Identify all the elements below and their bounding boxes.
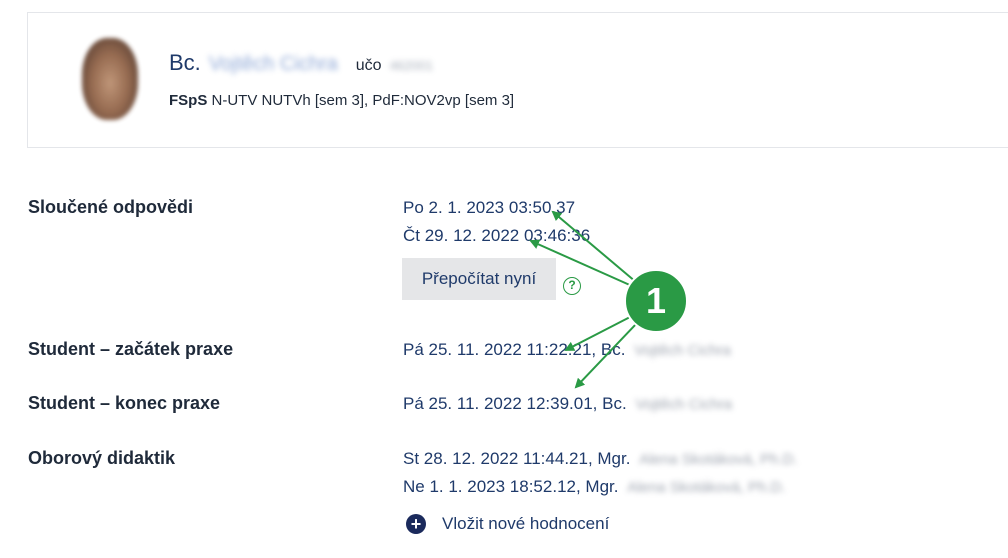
add-rating-label: Vložit nové hodnocení	[442, 514, 610, 533]
student-name: Vojtěch Cichra	[208, 53, 338, 75]
student-start-timestamp: Pá 25. 11. 2022 11:22:21, Bc.	[403, 340, 626, 359]
uco-value: 462001	[389, 58, 433, 73]
didactic-label: Oborový didaktik	[28, 448, 176, 468]
merged-answers-label: Sloučené odpovědi	[28, 197, 194, 217]
didactic-person-2: Alena Skotáková, Ph.D.	[627, 479, 786, 496]
student-start-value: Pá 25. 11. 2022 11:22:21, Bc. Vojtěch Ci…	[403, 340, 731, 360]
merged-answer-date-1: Po 2. 1. 2023 03:50.37	[403, 198, 576, 217]
didactic-value-2: Ne 1. 1. 2023 18:52.12, Mgr. Alena Skotá…	[403, 477, 786, 497]
merged-answer-date-2: Čt 29. 12. 2022 03:46:36	[403, 226, 591, 245]
student-end-value: Pá 25. 11. 2022 12:39.01, Bc. Vojtěch Ci…	[403, 394, 732, 414]
arrow-to-merged-1	[551, 210, 637, 283]
faculty-code: FSpS	[169, 92, 208, 109]
didactic-value-1: St 28. 12. 2022 11:44.21, Mgr. Alena Sko…	[403, 449, 798, 469]
recalculate-button[interactable]: Přepočítat nyní	[402, 258, 556, 300]
page: Bc. Vojtěch Cichra učo 462001 FSpS N-UTV…	[0, 0, 1008, 558]
help-icon[interactable]: ?	[563, 277, 581, 295]
uco-label: učo	[355, 57, 382, 74]
student-name-row: Bc. Vojtěch Cichra učo 462001	[169, 50, 433, 76]
title-prefix: Bc.	[169, 50, 201, 75]
student-end-timestamp: Pá 25. 11. 2022 12:39.01, Bc.	[403, 394, 627, 413]
study-info: FSpS N-UTV NUTVh [sem 3], PdF:NOV2vp [se…	[169, 92, 514, 109]
study-programs: N-UTV NUTVh [sem 3], PdF:NOV2vp [sem 3]	[211, 92, 515, 109]
student-end-person: Vojtěch Cichra	[635, 396, 733, 413]
student-start-person: Vojtěch Cichra	[634, 342, 731, 359]
didactic-person-1: Alena Skotáková, Ph.D.	[639, 451, 798, 468]
didactic-timestamp-1: St 28. 12. 2022 11:44.21, Mgr.	[403, 449, 631, 468]
plus-icon: +	[406, 514, 426, 534]
student-end-label: Student – konec praxe	[28, 393, 221, 413]
callout-number: 1	[645, 280, 667, 321]
add-rating-link[interactable]: + Vložit nové hodnocení	[406, 514, 609, 534]
student-start-label: Student – začátek praxe	[28, 339, 234, 359]
student-profile-card	[27, 12, 1008, 148]
avatar	[82, 38, 138, 120]
didactic-timestamp-2: Ne 1. 1. 2023 18:52.12, Mgr.	[403, 477, 619, 496]
